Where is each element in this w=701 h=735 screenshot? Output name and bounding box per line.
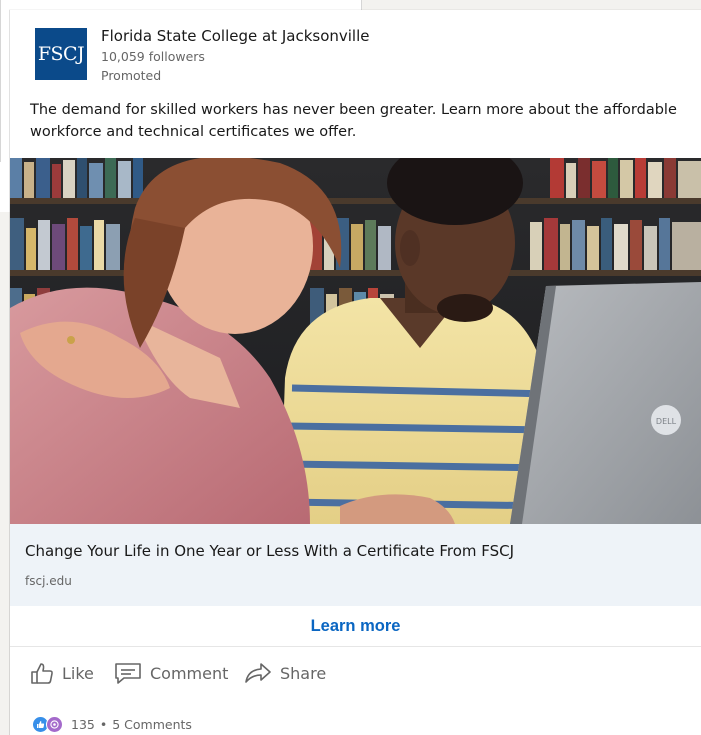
promoted-label: Promoted — [101, 68, 162, 83]
comments-count[interactable]: 5 Comments — [112, 717, 192, 732]
follower-count: 10,059 followers — [101, 49, 205, 64]
love-reaction-icon — [46, 715, 63, 733]
comment-button[interactable]: Comment — [114, 655, 228, 691]
like-label: Like — [62, 663, 94, 683]
share-label: Share — [280, 663, 327, 683]
org-name-link[interactable]: Florida State College at Jacksonville — [101, 27, 370, 45]
thumbs-up-icon — [31, 663, 53, 684]
comment-icon — [115, 663, 141, 684]
post-hero-image[interactable]: DELL — [10, 158, 701, 524]
share-button[interactable]: Share — [244, 655, 326, 691]
separator: • — [99, 716, 108, 732]
social-counts[interactable]: 135 • 5 Comments — [32, 713, 192, 735]
fscj-logo[interactable]: FSCJ — [35, 28, 87, 80]
reaction-count[interactable]: 135 — [71, 717, 95, 732]
link-domain: fscj.edu — [25, 574, 72, 588]
link-preview[interactable]: Change Your Life in One Year or Less Wit… — [10, 524, 701, 606]
link-title[interactable]: Change Your Life in One Year or Less Wit… — [25, 542, 514, 560]
post-header: FSCJ Florida State College at Jacksonvil… — [10, 10, 701, 100]
social-actions-bar: Like Comment Share — [10, 650, 701, 698]
post-text: The demand for skilled workers has never… — [30, 102, 677, 140]
laptop-logo-text: DELL — [656, 417, 677, 426]
like-button[interactable]: Like — [30, 655, 94, 691]
learn-more-button[interactable]: Learn more — [311, 617, 401, 636]
comment-label: Comment — [150, 663, 229, 683]
share-icon — [245, 663, 271, 683]
sponsored-post-card: FSCJ Florida State College at Jacksonvil… — [10, 10, 701, 735]
logo-text: FSCJ — [37, 43, 85, 65]
cta-row: Learn more — [10, 606, 701, 647]
